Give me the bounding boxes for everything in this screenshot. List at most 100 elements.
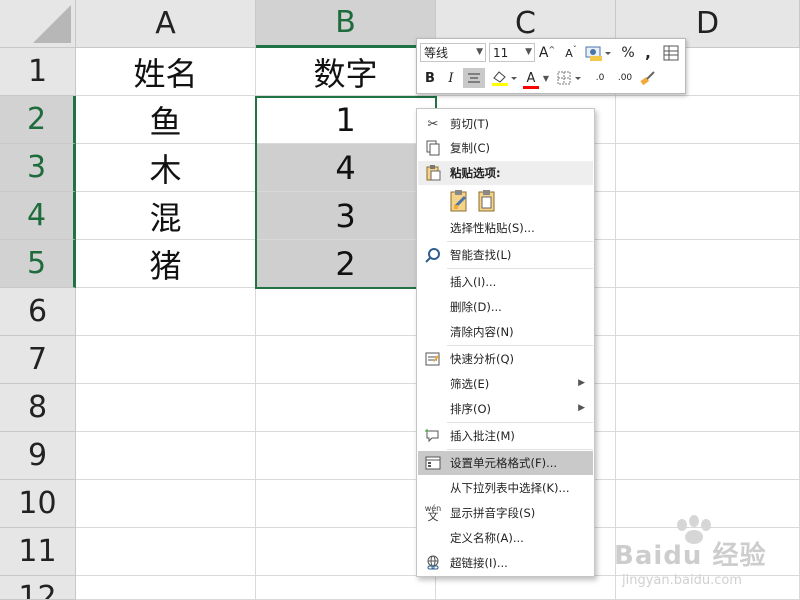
row-header-3[interactable]: 3 — [0, 144, 76, 192]
menu-item-paste-special[interactable]: 选择性粘贴(S)... — [418, 216, 593, 240]
menu-separator — [447, 345, 593, 346]
copy-icon — [424, 139, 442, 157]
cell-a12[interactable] — [76, 576, 256, 600]
font-size-value: 11 — [493, 45, 509, 60]
cell-a3[interactable]: 木 — [76, 144, 256, 192]
row-header-8[interactable]: 8 — [0, 384, 76, 432]
submenu-arrow-icon: ▶ — [578, 378, 585, 388]
decrease-decimal-icon: .00 — [617, 73, 633, 83]
menu-item-hyperlink[interactable]: 超链接(I)... — [418, 551, 593, 575]
cell-a4[interactable]: 混 — [76, 192, 256, 240]
row-header-11[interactable]: 11 — [0, 528, 76, 576]
cell-a9[interactable] — [76, 432, 256, 480]
cell-b4[interactable]: 3 — [256, 192, 436, 240]
font-name-combo[interactable]: 等线 ▼ — [420, 43, 486, 62]
comma-style-button[interactable]: , — [641, 43, 655, 63]
row-header-12[interactable]: 12 — [0, 576, 76, 600]
menu-item-filter-label: 筛选(E) — [450, 377, 490, 391]
menu-item-hyperlink-label: 超链接(I)... — [450, 556, 508, 570]
menu-item-smart-lookup[interactable]: 智能查找(L) — [418, 243, 593, 267]
percent-style-button[interactable]: % — [619, 43, 637, 63]
cell-b8[interactable] — [256, 384, 436, 432]
center-align-button[interactable] — [463, 68, 485, 88]
cell-b5[interactable]: 2 — [256, 240, 436, 288]
row-header-6[interactable]: 6 — [0, 288, 76, 336]
cell-d8[interactable] — [616, 384, 800, 432]
column-header-a[interactable]: A — [76, 0, 256, 48]
row-header-2[interactable]: 2 — [0, 96, 76, 144]
cell-b9[interactable] — [256, 432, 436, 480]
menu-item-delete[interactable]: 删除(D)... — [418, 295, 593, 319]
paste-options-label: 粘贴选项: — [450, 166, 501, 180]
row-header-1[interactable]: 1 — [0, 48, 76, 96]
paste-default-button[interactable] — [477, 189, 499, 213]
menu-item-filter[interactable]: 筛选(E) ▶ — [418, 372, 593, 396]
paste-keep-formatting-button[interactable] — [449, 189, 471, 213]
row-header-10[interactable]: 10 — [0, 480, 76, 528]
bold-button[interactable]: B — [421, 68, 439, 88]
menu-item-phonetic[interactable]: wén 文 显示拼音字段(S) — [418, 501, 593, 525]
cell-a2[interactable]: 鱼 — [76, 96, 256, 144]
increase-decimal-button[interactable]: .0 — [589, 68, 611, 88]
increase-decimal-icon: .0 — [595, 73, 605, 83]
borders-button[interactable] — [555, 68, 585, 88]
menu-item-sort[interactable]: 排序(O) ▶ — [418, 397, 593, 421]
increase-font-button[interactable]: A ^ — [539, 43, 555, 63]
cell-a7[interactable] — [76, 336, 256, 384]
menu-item-clear-contents[interactable]: 清除内容(N) — [418, 320, 593, 344]
cell-d2[interactable] — [616, 96, 800, 144]
menu-item-format-cells[interactable]: 设置单元格格式(F)... — [418, 451, 593, 475]
menu-item-insert-comment[interactable]: 插入批注(M) — [418, 424, 593, 448]
menu-item-copy[interactable]: 复制(C) — [418, 136, 593, 160]
paintbrush-icon — [640, 71, 655, 86]
column-header-b[interactable]: B — [256, 0, 436, 48]
cell-a11[interactable] — [76, 528, 256, 576]
submenu-arrow-icon: ▶ — [578, 403, 585, 413]
cell-b3[interactable]: 4 — [256, 144, 436, 192]
format-painter-button[interactable] — [637, 68, 659, 88]
row-header-4[interactable]: 4 — [0, 192, 76, 240]
decrease-font-button[interactable]: Aˇ — [563, 43, 579, 63]
cell-d7[interactable] — [616, 336, 800, 384]
phonetic-icon: wén 文 — [424, 504, 442, 523]
font-color-button[interactable]: A ▼ — [521, 68, 551, 89]
cell-d11[interactable] — [616, 528, 800, 576]
cell-b1[interactable]: 数字 — [256, 48, 436, 96]
cell-b11[interactable] — [256, 528, 436, 576]
cell-b10[interactable] — [256, 480, 436, 528]
menu-item-pick-from-list[interactable]: 从下拉列表中选择(K)... — [418, 476, 593, 500]
menu-item-quick-analysis[interactable]: 快速分析(Q) — [418, 347, 593, 371]
cell-b2[interactable]: 1 — [256, 96, 436, 144]
cell-a10[interactable] — [76, 480, 256, 528]
cell-b12[interactable] — [256, 576, 436, 600]
menu-item-insert[interactable]: 插入(I)... — [418, 270, 593, 294]
row-header-9[interactable]: 9 — [0, 432, 76, 480]
row-header-7[interactable]: 7 — [0, 336, 76, 384]
cell-d4[interactable] — [616, 192, 800, 240]
cell-d9[interactable] — [616, 432, 800, 480]
menu-item-define-name[interactable]: 定义名称(A)... — [418, 526, 593, 550]
fill-color-button[interactable] — [489, 68, 519, 88]
cell-d3[interactable] — [616, 144, 800, 192]
accounting-format-button[interactable] — [583, 43, 613, 63]
cell-c12[interactable] — [436, 576, 616, 600]
cell-d6[interactable] — [616, 288, 800, 336]
cell-b7[interactable] — [256, 336, 436, 384]
cell-d12[interactable] — [616, 576, 800, 600]
cell-a1[interactable]: 姓名 — [76, 48, 256, 96]
row-header-5[interactable]: 5 — [0, 240, 76, 288]
decrease-decimal-button[interactable]: .00 — [613, 68, 637, 88]
cell-b6[interactable] — [256, 288, 436, 336]
menu-item-cut[interactable]: ✂ 剪切(T) — [418, 112, 593, 136]
context-menu: ✂ 剪切(T) 复制(C) 粘贴选项: 选择性粘贴(S)... 智能查找(L) … — [416, 108, 595, 577]
font-size-combo[interactable]: 11 ▼ — [489, 43, 535, 62]
cell-a6[interactable] — [76, 288, 256, 336]
cell-d10[interactable] — [616, 480, 800, 528]
cell-d5[interactable] — [616, 240, 800, 288]
format-painter-table-button[interactable] — [661, 43, 681, 63]
mini-toolbar: 等线 ▼ 11 ▼ A ^ Aˇ % , B I A ▼ .0 .00 — [416, 38, 686, 94]
italic-button[interactable]: I — [442, 68, 460, 88]
select-all-corner[interactable] — [0, 0, 76, 48]
cell-a5[interactable]: 猪 — [76, 240, 256, 288]
cell-a8[interactable] — [76, 384, 256, 432]
